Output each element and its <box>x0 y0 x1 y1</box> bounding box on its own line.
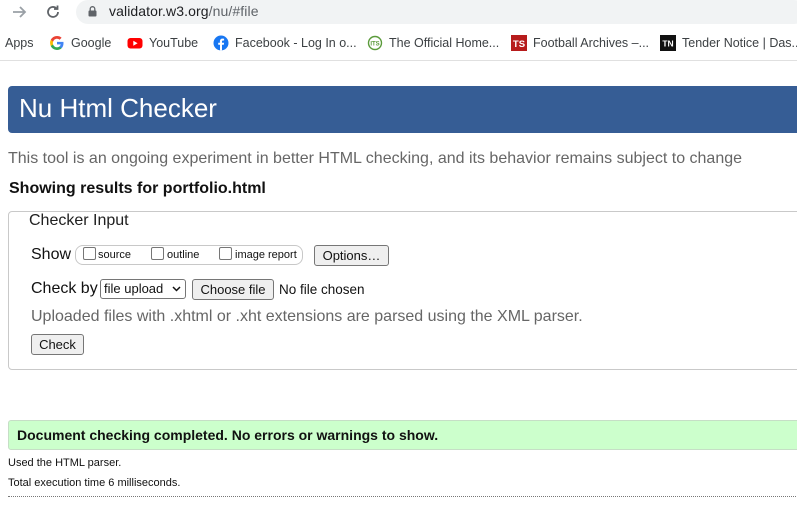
url-path: /nu/#file <box>208 3 259 19</box>
check-by-select[interactable]: file upload <box>100 279 186 299</box>
bookmark-label: Apps <box>5 36 34 50</box>
toolbar-divider <box>0 60 797 61</box>
svg-text:TN: TN <box>662 39 673 49</box>
bookmarks-bar: Apps Google YouTube Facebook - Log In o.… <box>0 31 797 55</box>
bookmark-youtube[interactable]: YouTube <box>127 34 198 52</box>
tn-icon: TN <box>660 35 676 51</box>
lock-icon <box>88 6 97 17</box>
bookmark-label: The Official Home... <box>389 36 500 50</box>
bookmark-official-home[interactable]: ITS The Official Home... <box>367 34 499 52</box>
success-message-box: Document checking completed. No errors o… <box>8 420 797 450</box>
check-by-label: Check by <box>31 280 98 297</box>
ts-icon: TS <box>511 35 527 51</box>
address-row: validator.w3.org/nu/#file <box>0 0 797 26</box>
check-by-value: file upload <box>104 281 164 296</box>
success-message: Document checking completed. No errors o… <box>17 427 439 443</box>
reload-icon[interactable] <box>42 2 64 22</box>
source-checkbox-label[interactable]: source <box>98 249 131 261</box>
show-label: Show <box>31 246 72 263</box>
bookmark-facebook[interactable]: Facebook - Log In o... <box>213 34 357 52</box>
svg-text:TS: TS <box>513 39 525 50</box>
options-button[interactable]: Options… <box>314 245 389 266</box>
results-heading: Showing results for portfolio.html <box>9 180 266 197</box>
outline-checkbox[interactable] <box>151 247 164 260</box>
chevron-down-icon <box>172 286 181 292</box>
bookmark-tender-notice[interactable]: TN Tender Notice | Das... <box>660 34 797 52</box>
site-icon: ITS <box>367 35 383 51</box>
header-banner: Nu Html Checker <box>8 86 797 133</box>
bookmark-label: Tender Notice | Das... <box>682 36 797 50</box>
file-status-text: No file chosen <box>279 282 365 297</box>
checker-input-legend: Checker Input <box>27 212 131 230</box>
parser-info: Used the HTML parser. <box>8 457 122 469</box>
choose-file-button[interactable]: Choose file <box>192 279 274 300</box>
image-report-checkbox[interactable] <box>219 247 232 260</box>
url-text: validator.w3.org/nu/#file <box>109 3 259 19</box>
check-button[interactable]: Check <box>31 334 84 355</box>
facebook-icon <box>213 35 229 51</box>
bookmark-label: Facebook - Log In o... <box>235 36 357 50</box>
execution-time-info: Total execution time 6 milliseconds. <box>8 477 181 489</box>
footer-divider <box>8 496 797 497</box>
google-icon <box>50 36 64 50</box>
bookmark-label: Football Archives –... <box>533 36 650 50</box>
page-title: Nu Html Checker <box>19 93 217 123</box>
url-host: validator.w3.org <box>109 3 209 19</box>
bookmark-apps[interactable]: Apps <box>5 34 34 52</box>
svg-text:ITS: ITS <box>370 42 379 48</box>
image-report-checkbox-label[interactable]: image report <box>235 249 297 261</box>
bookmark-football-archives[interactable]: TS Football Archives –... <box>511 34 649 52</box>
forward-arrow-icon[interactable] <box>9 2 31 22</box>
xml-parser-hint: Uploaded files with .xhtml or .xht exten… <box>31 308 583 325</box>
page-subtitle: This tool is an ongoing experiment in be… <box>8 150 743 167</box>
address-bar[interactable]: validator.w3.org/nu/#file <box>76 0 797 24</box>
bookmark-google[interactable]: Google <box>49 34 111 52</box>
bookmark-label: Google <box>71 36 112 50</box>
bookmark-label: YouTube <box>149 36 199 50</box>
outline-checkbox-label[interactable]: outline <box>167 249 199 261</box>
source-checkbox[interactable] <box>83 247 96 260</box>
youtube-icon <box>127 38 143 49</box>
